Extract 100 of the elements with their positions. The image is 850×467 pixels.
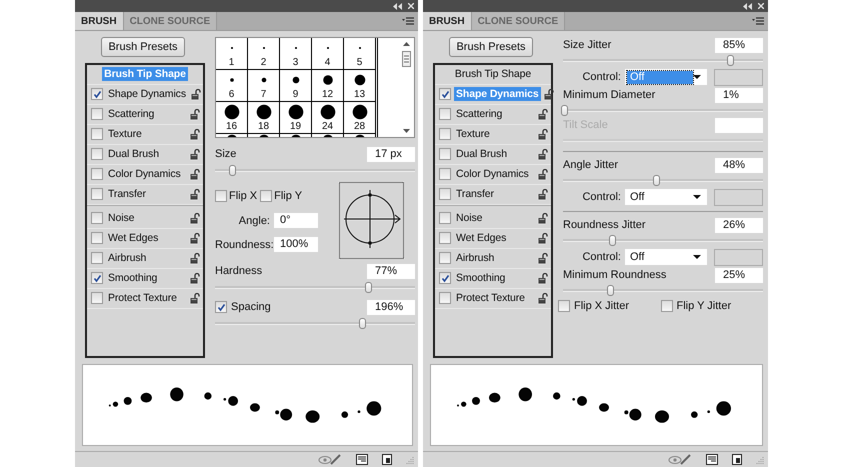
spacing-field[interactable]: 196% xyxy=(367,300,415,314)
checkbox[interactable] xyxy=(439,292,451,304)
brush-presets-button[interactable]: Brush Presets xyxy=(101,37,185,57)
list-item[interactable]: Transfer xyxy=(106,187,148,202)
brush-tip-icon[interactable] xyxy=(320,104,336,120)
checkbox[interactable] xyxy=(439,128,451,140)
checkbox[interactable] xyxy=(439,232,451,244)
slider-thumb[interactable] xyxy=(653,175,660,186)
lock-icon[interactable] xyxy=(538,272,548,284)
scroll-up-icon[interactable] xyxy=(403,42,410,46)
slider-thumb[interactable] xyxy=(607,285,614,296)
input-field[interactable]: 0° xyxy=(274,213,318,228)
scroll-down-icon[interactable] xyxy=(403,129,410,133)
checkbox[interactable] xyxy=(439,188,451,200)
checkbox[interactable] xyxy=(91,232,103,244)
checkbox[interactable] xyxy=(660,300,672,312)
checkbox[interactable] xyxy=(439,88,451,100)
value-field[interactable] xyxy=(715,118,763,132)
list-item[interactable]: Wet Edges xyxy=(106,231,160,246)
list-item[interactable]: Airbrush xyxy=(454,251,496,266)
angle-roundness-drawing[interactable] xyxy=(339,182,404,259)
lock-icon[interactable] xyxy=(190,128,200,140)
list-item[interactable]: Protect Texture xyxy=(106,291,179,306)
lock-icon[interactable] xyxy=(190,168,200,180)
checkbox[interactable] xyxy=(91,108,103,120)
list-item[interactable]: Transfer xyxy=(454,187,496,202)
list-item[interactable]: Shape Dynamics xyxy=(106,87,188,102)
lock-icon[interactable] xyxy=(538,168,548,180)
lock-icon[interactable] xyxy=(538,148,548,160)
checkbox[interactable] xyxy=(558,300,570,312)
dropdown-arrow-icon[interactable] xyxy=(693,255,701,259)
brush-presets-button[interactable]: Brush Presets xyxy=(449,37,533,57)
lock-icon[interactable] xyxy=(190,148,200,160)
list-item[interactable]: Dual Brush xyxy=(454,147,509,162)
collapse-icon[interactable] xyxy=(743,2,752,10)
slider-thumb[interactable] xyxy=(359,318,366,329)
lock-icon[interactable] xyxy=(538,188,548,200)
checkbox[interactable] xyxy=(91,128,103,140)
list-item[interactable]: Smoothing xyxy=(106,271,160,286)
slider-thumb[interactable] xyxy=(561,105,568,116)
menu-icon[interactable] xyxy=(402,17,414,25)
checkbox[interactable] xyxy=(91,292,103,304)
list-item[interactable]: Brush Tip Shape xyxy=(452,67,534,82)
lock-icon[interactable] xyxy=(538,232,548,244)
lock-icon[interactable] xyxy=(190,108,200,120)
checkbox[interactable] xyxy=(91,272,103,284)
checkbox[interactable] xyxy=(215,301,227,313)
eye-brush-icon[interactable] xyxy=(668,454,692,465)
checkbox[interactable] xyxy=(439,212,451,224)
lock-icon[interactable] xyxy=(538,292,548,304)
list-item[interactable]: Noise xyxy=(106,211,136,226)
slider-thumb[interactable] xyxy=(609,235,616,246)
panel-tab[interactable]: BRUSH xyxy=(75,12,124,30)
checkbox[interactable] xyxy=(439,148,451,160)
slider-thumb[interactable] xyxy=(727,55,734,66)
lock-icon[interactable] xyxy=(538,108,548,120)
checkbox[interactable] xyxy=(91,252,103,264)
size-field[interactable]: 17 px xyxy=(367,146,415,162)
list-item[interactable]: Scattering xyxy=(454,107,504,122)
value-field[interactable]: 85% xyxy=(715,38,763,52)
new-page-icon[interactable] xyxy=(382,454,392,465)
brush-tip-icon[interactable] xyxy=(352,72,368,88)
close-icon[interactable] xyxy=(758,3,764,9)
lock-icon[interactable] xyxy=(190,212,200,224)
list-item[interactable]: Color Dynamics xyxy=(454,167,531,182)
grid-icon[interactable] xyxy=(706,454,718,465)
panel-tab[interactable]: BRUSH xyxy=(423,12,472,30)
brush-tip-icon[interactable] xyxy=(288,104,304,120)
brush-tip-icon[interactable] xyxy=(224,104,240,120)
input-field[interactable]: 100% xyxy=(274,237,318,252)
checkbox[interactable] xyxy=(439,168,451,180)
brush-tip-icon[interactable] xyxy=(352,104,368,120)
lock-icon[interactable] xyxy=(538,128,548,140)
list-item[interactable]: Texture xyxy=(454,127,492,142)
resize-grip-icon[interactable] xyxy=(756,456,764,464)
dropdown-arrow-icon[interactable] xyxy=(693,195,701,199)
list-item[interactable]: Noise xyxy=(454,211,484,226)
value-field[interactable]: 1% xyxy=(715,88,763,102)
value-field[interactable]: 25% xyxy=(715,268,763,282)
lock-icon[interactable] xyxy=(538,212,548,224)
checkbox[interactable] xyxy=(439,108,451,120)
list-item[interactable]: Texture xyxy=(106,127,144,142)
list-item[interactable]: Smoothing xyxy=(454,271,508,286)
lock-icon[interactable] xyxy=(190,232,200,244)
checkbox[interactable] xyxy=(439,272,451,284)
lock-icon[interactable] xyxy=(190,252,200,264)
lock-icon[interactable] xyxy=(190,88,201,100)
new-page-icon[interactable] xyxy=(732,454,742,465)
grid-icon[interactable] xyxy=(356,454,368,465)
lock-icon[interactable] xyxy=(544,88,554,100)
list-item[interactable]: Scattering xyxy=(106,107,156,122)
checkbox[interactable] xyxy=(91,148,103,160)
close-icon[interactable] xyxy=(408,3,414,9)
scroll-thumb-icon[interactable] xyxy=(402,51,411,67)
list-item[interactable]: Wet Edges xyxy=(454,231,508,246)
collapse-icon[interactable] xyxy=(393,2,402,10)
lock-icon[interactable] xyxy=(190,188,200,200)
value-field[interactable]: 48% xyxy=(715,158,763,172)
list-item[interactable]: Dual Brush xyxy=(106,147,161,162)
lock-icon[interactable] xyxy=(538,252,548,264)
